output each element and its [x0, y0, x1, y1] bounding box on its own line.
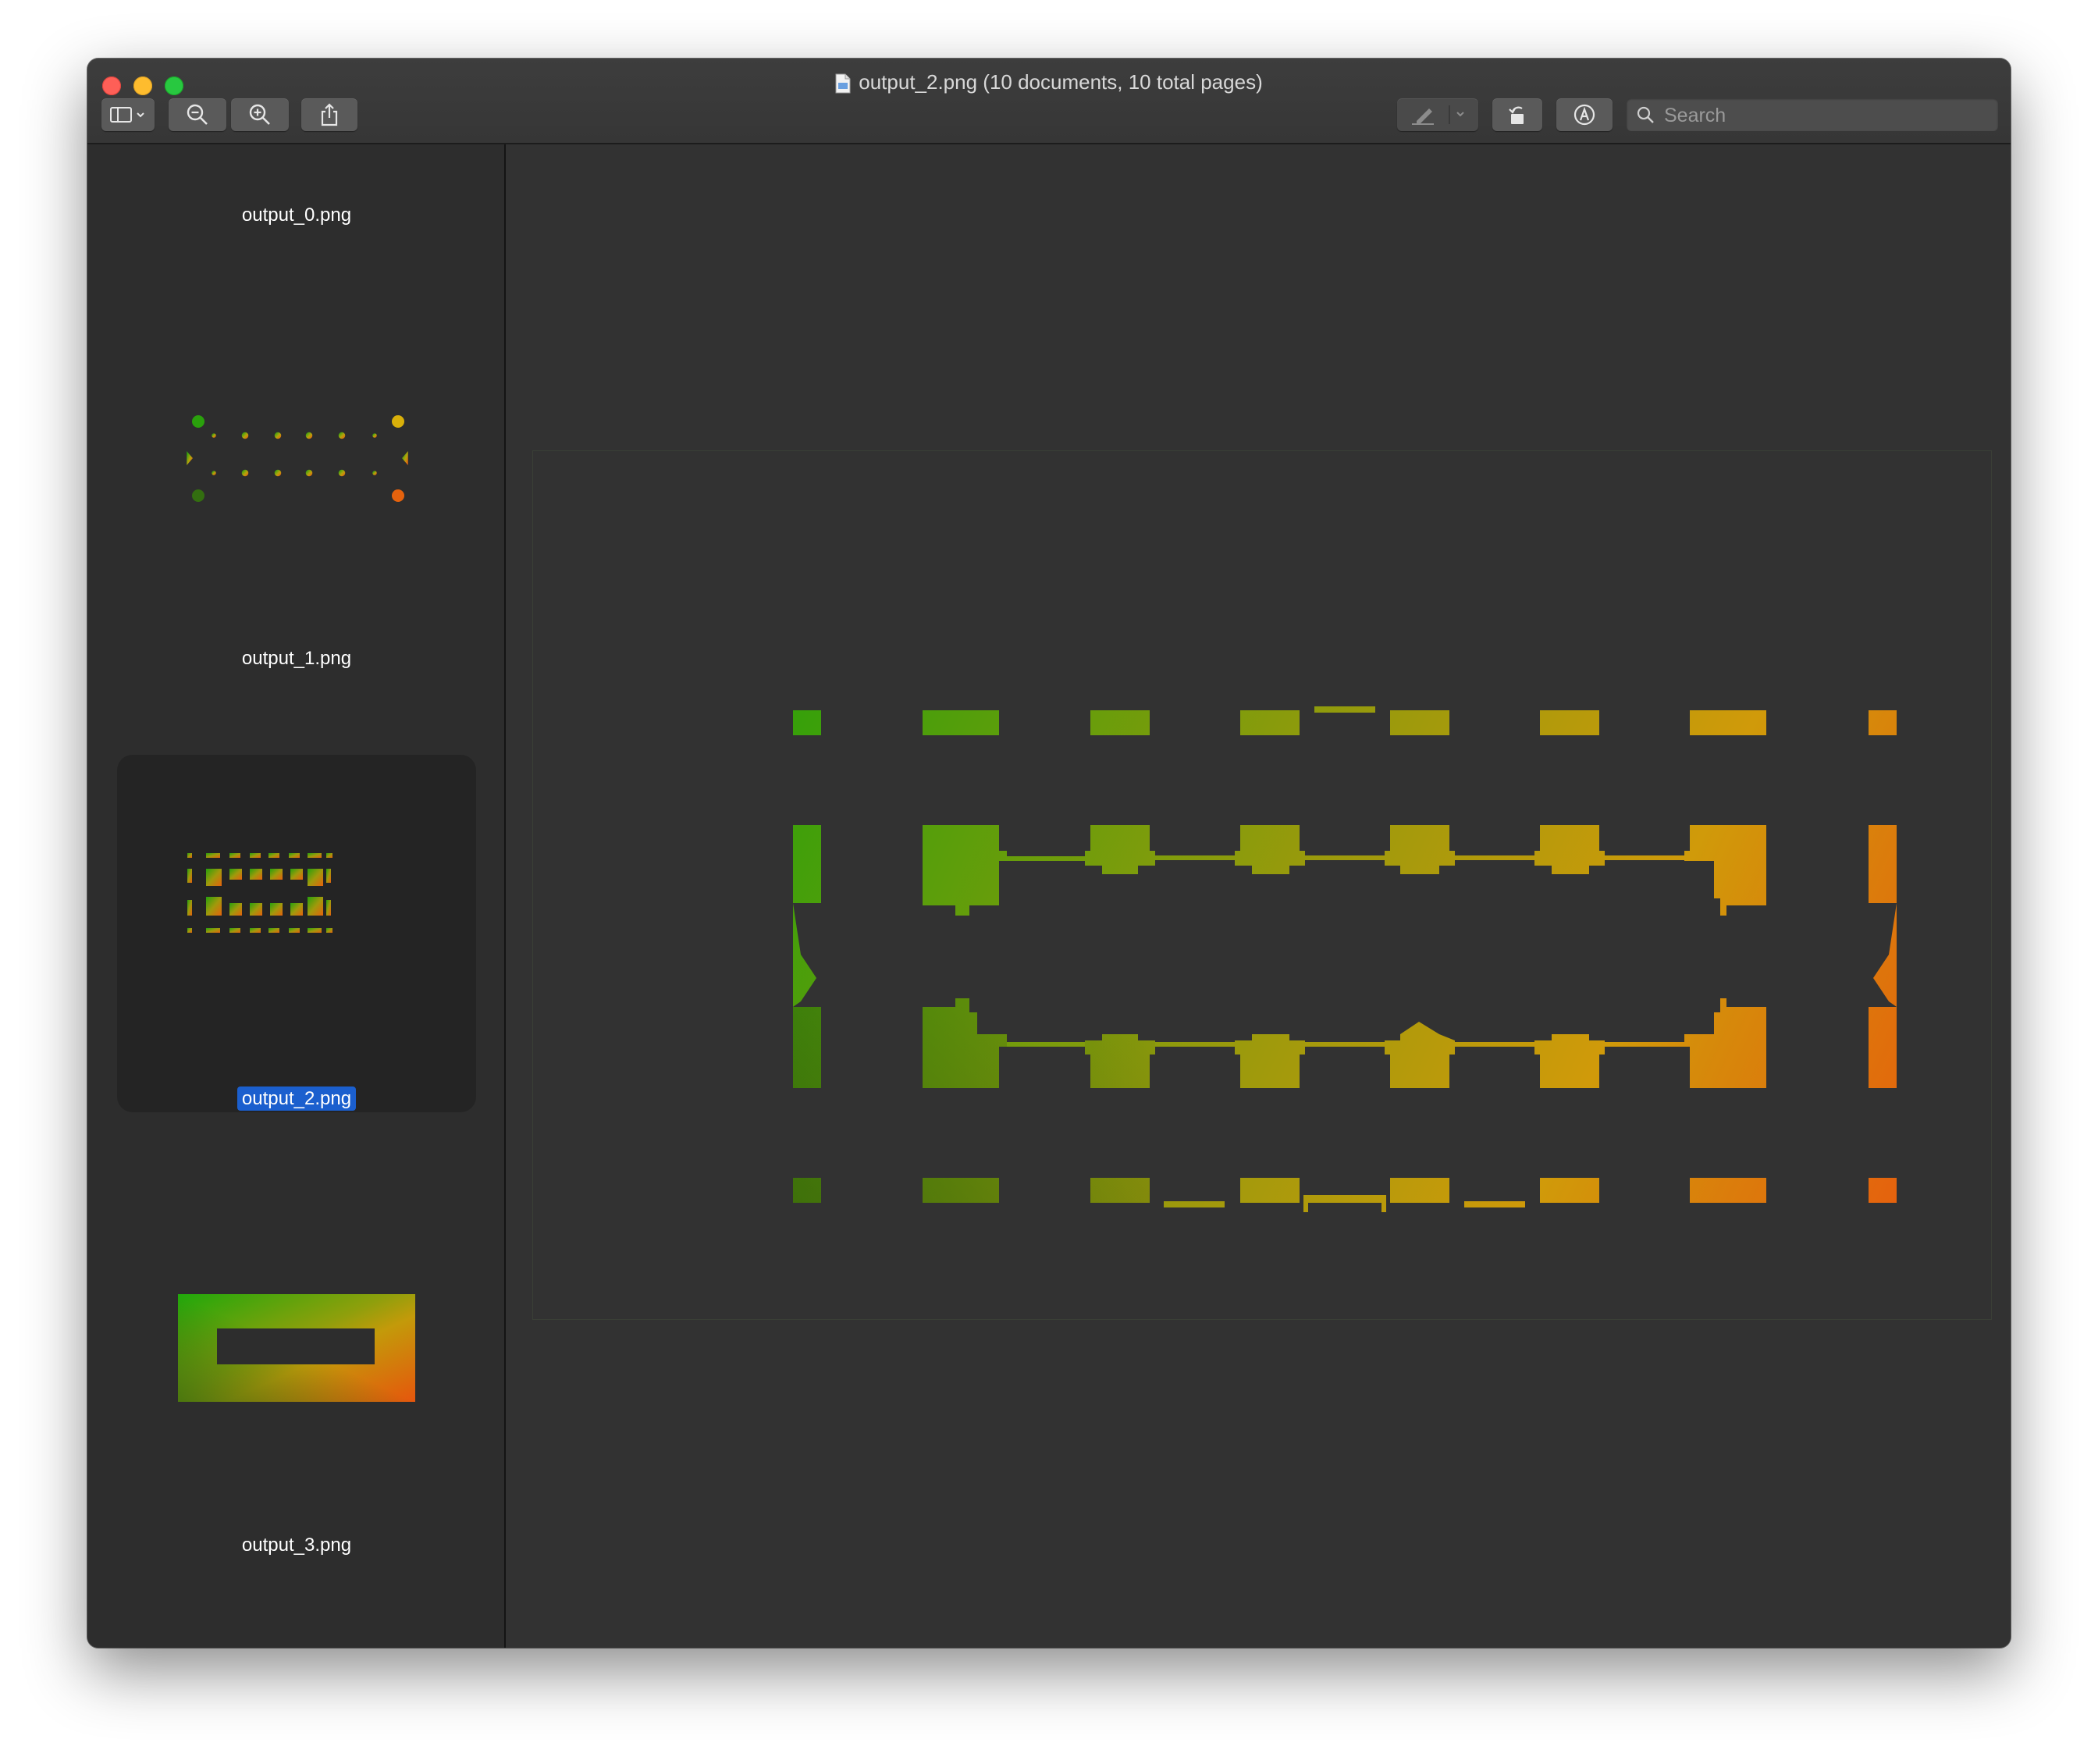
sidebar-toggle-button[interactable] — [101, 98, 155, 131]
search-field[interactable] — [1627, 98, 1998, 133]
zoom-in-icon — [249, 104, 270, 125]
rotate-button[interactable] — [1492, 98, 1542, 131]
markup-icon — [1574, 104, 1595, 126]
rotate-icon — [1509, 106, 1524, 124]
zoom-in-button[interactable] — [231, 98, 289, 131]
thumbnail-output-2[interactable] — [173, 847, 415, 964]
markup-toolbar-button[interactable] — [1556, 98, 1613, 131]
thumbnail-output-1[interactable] — [173, 402, 415, 519]
thumbnail-label[interactable]: output_0.png — [87, 204, 504, 227]
window-title: output_2.png (10 documents, 10 total pag… — [87, 66, 2011, 98]
window-title-text: output_2.png (10 documents, 10 total pag… — [859, 70, 1263, 94]
thumbnail-label[interactable]: output_3.png — [87, 1534, 504, 1557]
highlight-pen-button[interactable] — [1397, 98, 1478, 131]
share-icon — [321, 103, 338, 126]
preview-window: output_2.png (10 documents, 10 total pag… — [87, 59, 2011, 1648]
share-button[interactable] — [301, 98, 357, 131]
pen-icon — [1412, 105, 1464, 125]
search-icon — [1637, 106, 1654, 123]
image-viewer[interactable] — [506, 144, 2011, 1648]
document-icon — [835, 73, 851, 94]
zoom-out-icon — [187, 104, 208, 125]
sidebar-toggle-icon — [110, 107, 144, 123]
search-input[interactable] — [1662, 98, 1993, 133]
thumbnail-sidebar[interactable]: output_0.png output_1.png output_2.png o… — [87, 144, 506, 1648]
title-bar: output_2.png (10 documents, 10 total pag… — [87, 59, 2011, 144]
zoom-out-button[interactable] — [169, 98, 226, 131]
thumbnail-label-selected[interactable]: output_2.png — [87, 1086, 504, 1111]
output-2-image — [793, 706, 1897, 1212]
thumbnail-label[interactable]: output_1.png — [87, 647, 504, 670]
thumbnail-output-3[interactable] — [178, 1294, 415, 1402]
